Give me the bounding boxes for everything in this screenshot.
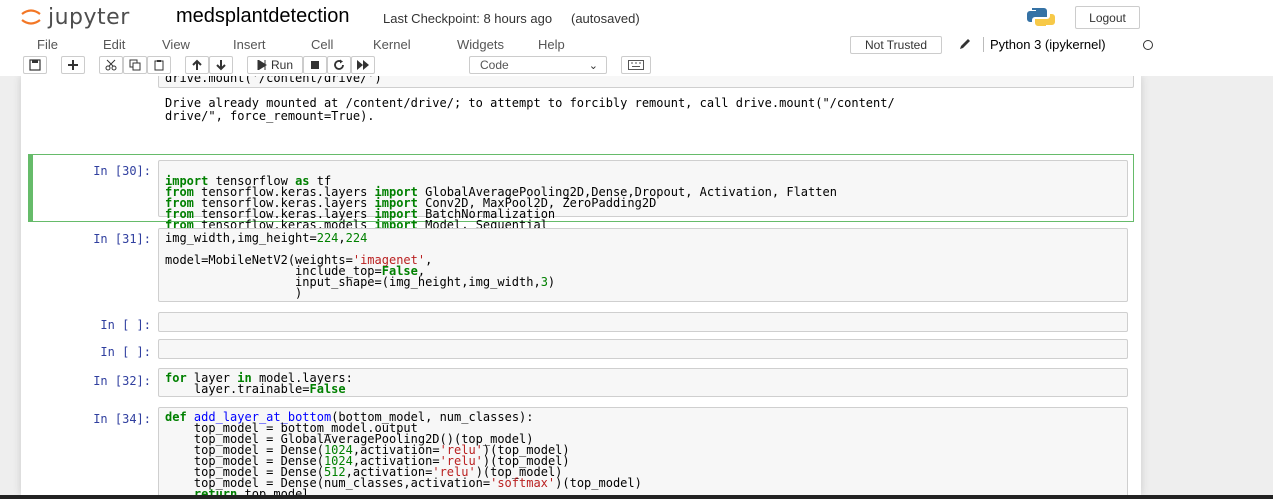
cell-prompt: In [34]:: [93, 412, 151, 426]
code-cell-input[interactable]: [158, 312, 1128, 332]
selected-cell-marker: [28, 154, 33, 222]
save-button[interactable]: [23, 56, 47, 74]
arrow-down-icon: [216, 60, 226, 71]
code-cell-input[interactable]: drive.mount('/content/drive/'): [158, 76, 1134, 88]
cell-prompt: In [30]:: [93, 164, 151, 178]
python-logo-icon: [1027, 8, 1055, 26]
cell-prompt: In [31]:: [93, 232, 151, 246]
code-cell-input[interactable]: img_width,img_height=224,224 model=Mobil…: [158, 228, 1128, 302]
cell-prompt: In [ ]:: [100, 345, 151, 359]
code-line: drive.mount('/content/drive/'): [165, 76, 382, 85]
cut-button[interactable]: [99, 56, 123, 74]
save-icon: [29, 59, 41, 71]
pencil-icon[interactable]: [957, 36, 973, 52]
copy-icon: [129, 59, 141, 71]
logout-button[interactable]: Logout: [1075, 6, 1140, 29]
trust-button[interactable]: Not Trusted: [850, 36, 942, 54]
jupyter-logo[interactable]: jupyter: [20, 2, 130, 32]
code-block: for layer in model.layers: layer.trainab…: [165, 371, 353, 396]
menu-insert[interactable]: Insert: [233, 37, 266, 52]
window-bottom-edge: [0, 495, 1273, 499]
code-cell-input[interactable]: for layer in model.layers: layer.trainab…: [158, 368, 1128, 397]
kernel-name[interactable]: Python 3 (ipykernel): [983, 37, 1106, 52]
move-up-button[interactable]: [185, 56, 209, 74]
copy-button[interactable]: [123, 56, 147, 74]
cell-type-value: Code: [480, 58, 509, 72]
autosave-status: (autosaved): [571, 11, 640, 26]
notebook-name[interactable]: medsplantdetection: [176, 5, 349, 28]
restart-run-all-button[interactable]: [351, 56, 375, 74]
menu-help[interactable]: Help: [538, 37, 565, 52]
cell-output-line: Drive already mounted at /content/drive/…: [165, 96, 895, 110]
run-label: Run: [270, 58, 293, 72]
code-block: img_width,img_height=224,224 model=Mobil…: [165, 231, 556, 300]
menu-kernel[interactable]: Kernel: [373, 37, 411, 52]
run-button[interactable]: Run: [247, 56, 303, 74]
code-block: def add_layer_at_bottom(bottom_model, nu…: [165, 410, 642, 495]
cell-output-line: drive/", force_remount=True).: [165, 109, 375, 123]
menu-edit[interactable]: Edit: [103, 37, 125, 52]
cell-type-select[interactable]: Code ⌄: [469, 56, 607, 74]
keyboard-icon: [628, 60, 644, 70]
menu-file[interactable]: File: [37, 37, 58, 52]
code-cell-input[interactable]: def add_layer_at_bottom(bottom_model, nu…: [158, 407, 1128, 495]
checkpoint-status: Last Checkpoint: 8 hours ago: [383, 11, 553, 26]
cut-icon: [105, 59, 117, 71]
toolbar: Run Code ⌄: [0, 55, 1273, 76]
move-down-button[interactable]: [209, 56, 233, 74]
logo-text: jupyter: [48, 4, 130, 30]
paste-icon: [154, 60, 164, 71]
notebook-header: jupyter medsplantdetection Last Checkpoi…: [0, 0, 1273, 34]
run-icon: [257, 60, 267, 70]
cell-prompt: In [ ]:: [100, 318, 151, 332]
plus-icon: [68, 60, 78, 70]
stop-icon: [311, 61, 319, 69]
restart-button[interactable]: [327, 56, 351, 74]
paste-button[interactable]: [147, 56, 171, 74]
chevron-down-icon: ⌄: [588, 60, 598, 72]
fast-forward-icon: [357, 60, 369, 70]
interrupt-button[interactable]: [303, 56, 327, 74]
menubar: File Edit View Insert Cell Kernel Widget…: [0, 34, 1273, 55]
notebook-page: drive.mount('/content/drive/') Drive alr…: [21, 76, 1141, 495]
notebook-area[interactable]: drive.mount('/content/drive/') Drive alr…: [0, 76, 1273, 495]
cell-prompt: In [32]:: [93, 374, 151, 388]
arrow-up-icon: [192, 59, 202, 70]
command-palette-button[interactable]: [621, 56, 651, 74]
code-cell-input[interactable]: [158, 339, 1128, 359]
code-cell-input[interactable]: import tensorflow as tf from tensorflow.…: [158, 160, 1128, 253]
menu-cell[interactable]: Cell: [311, 37, 333, 52]
menu-widgets[interactable]: Widgets: [457, 37, 504, 52]
jupyter-logo-icon: [21, 9, 41, 25]
kernel-status-icon: [1143, 40, 1153, 50]
insert-cell-button[interactable]: [61, 56, 85, 74]
menu-view[interactable]: View: [162, 37, 190, 52]
restart-icon: [334, 59, 344, 70]
